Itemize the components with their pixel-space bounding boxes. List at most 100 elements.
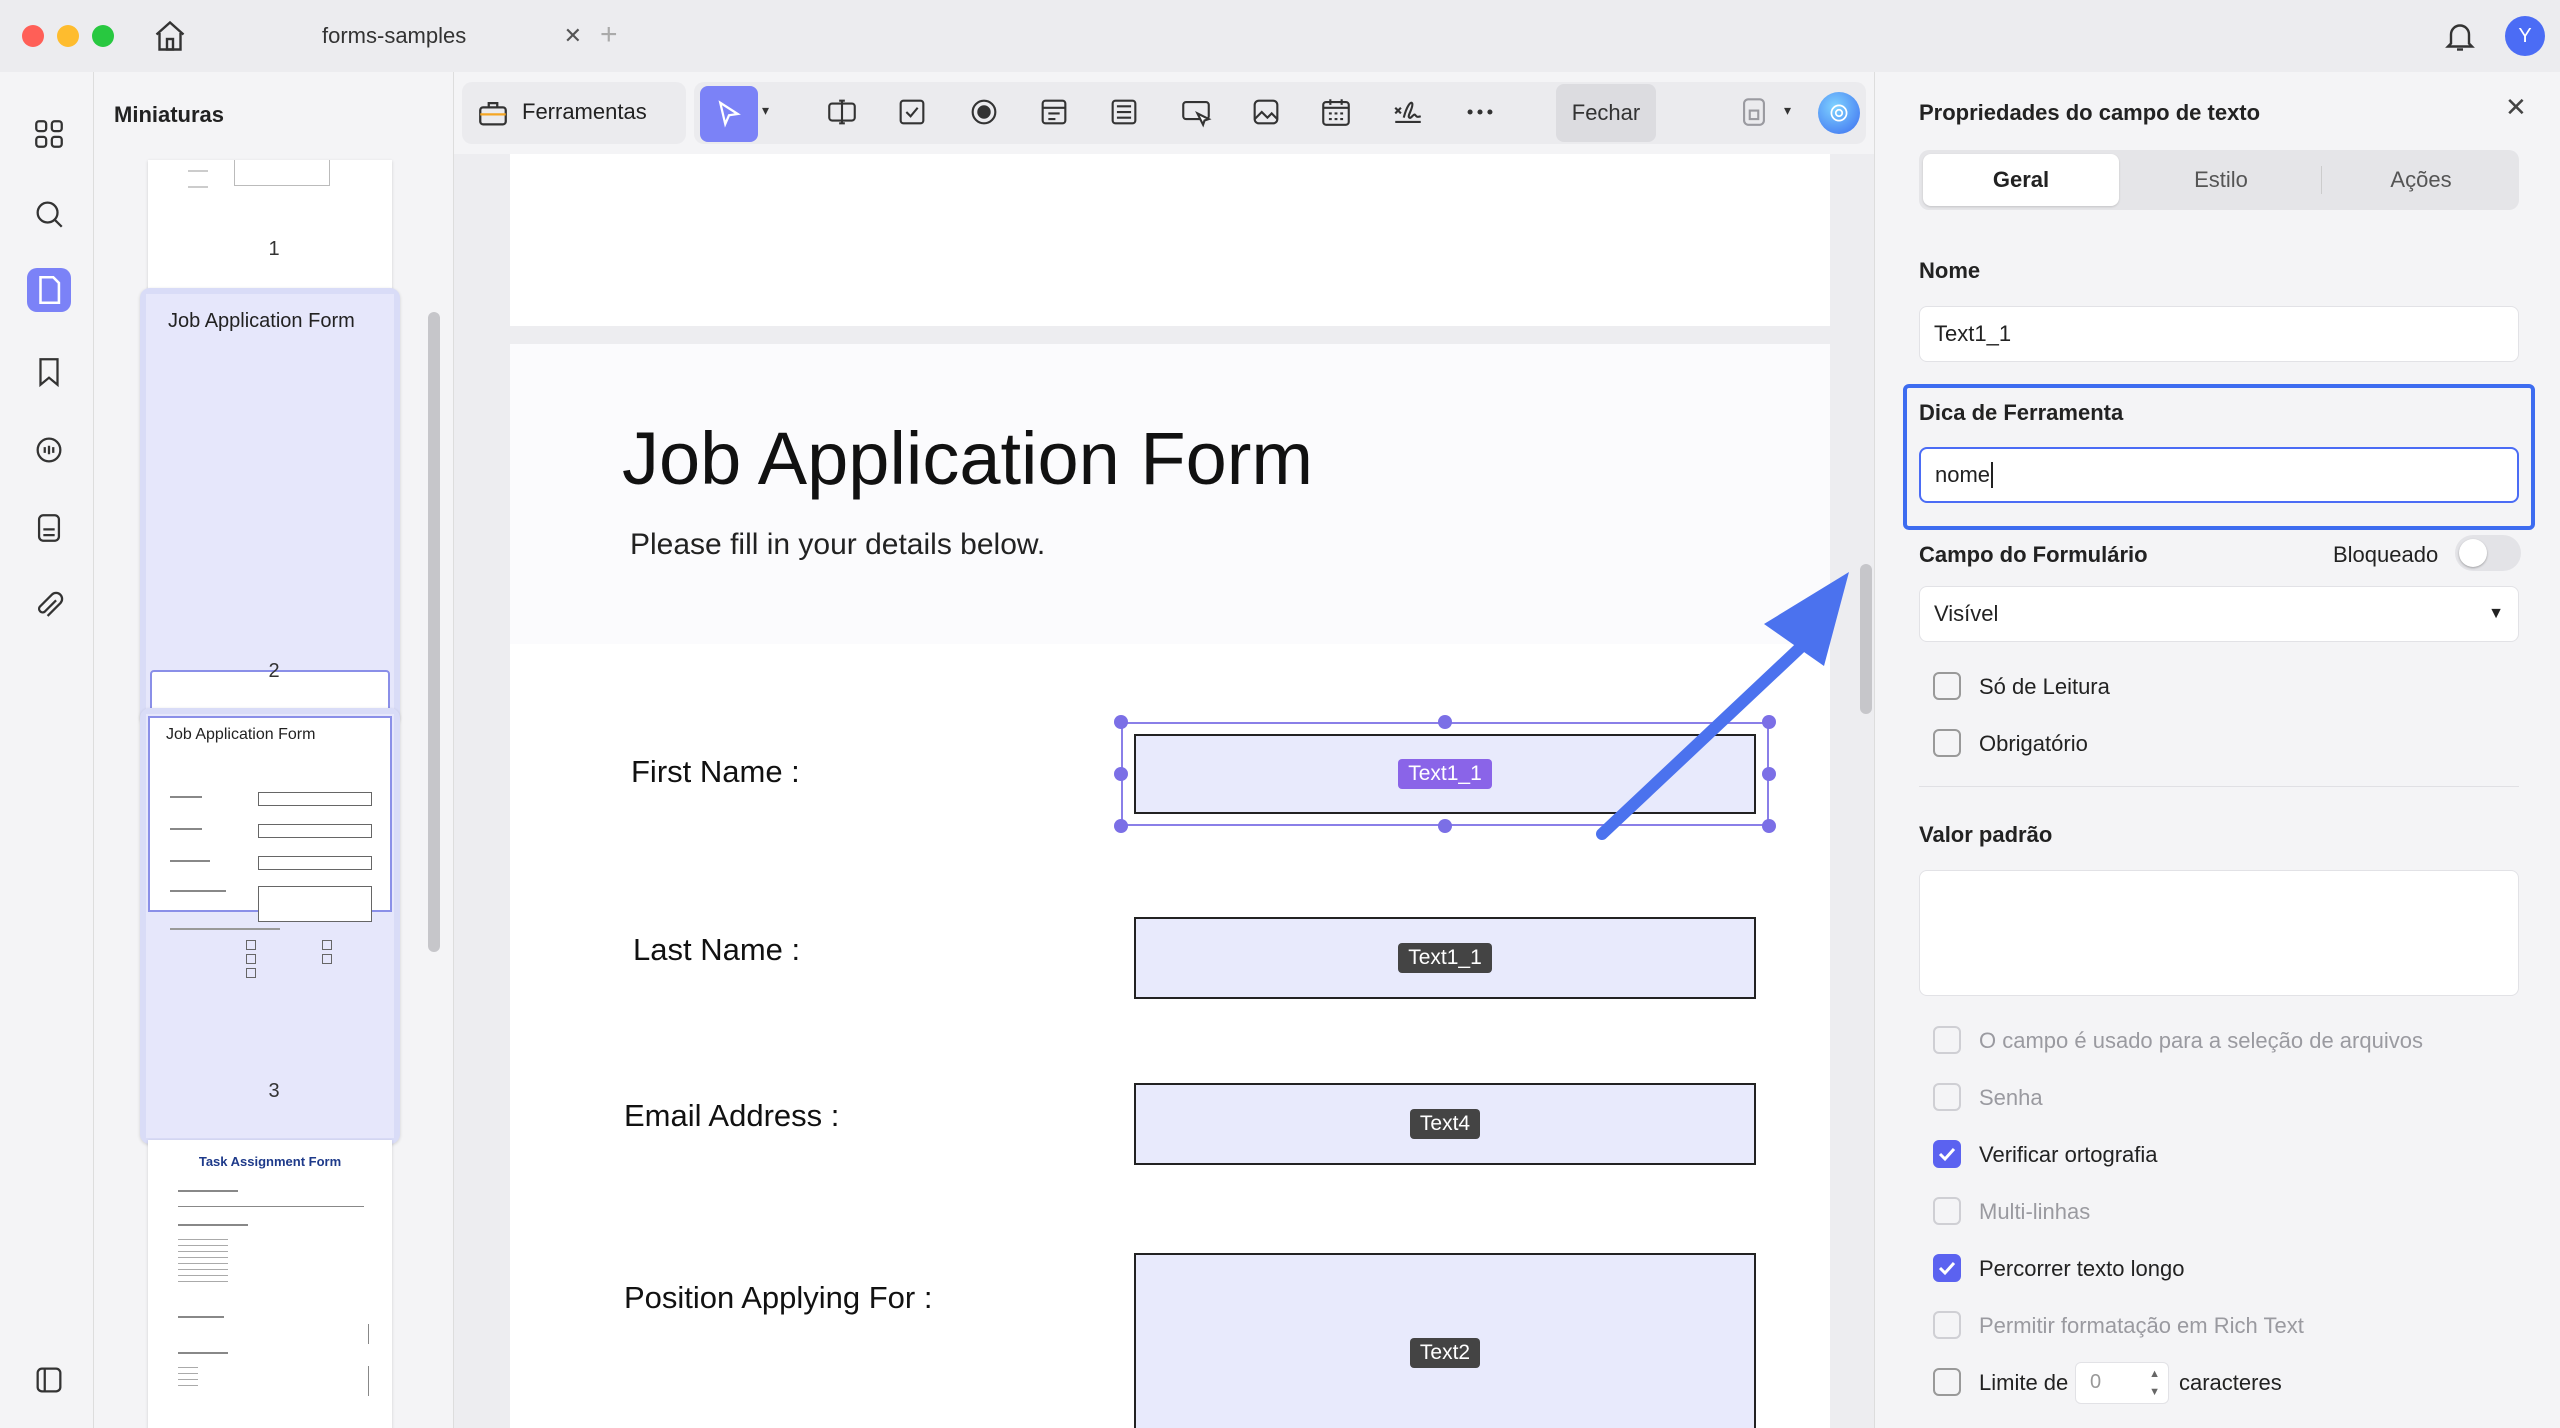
read-only-label: Só de Leitura [1979, 674, 2110, 699]
chevron-down-icon[interactable]: ▾ [1784, 102, 1791, 119]
image-field-icon[interactable] [1244, 90, 1288, 134]
page-number-1: 1 [268, 238, 280, 260]
locked-toggle[interactable] [2455, 535, 2521, 571]
new-tab-icon[interactable]: + [600, 18, 618, 52]
signature-icon[interactable] [1386, 90, 1430, 134]
file-select-label: O campo é usado para a seleção de arquiv… [1979, 1028, 2423, 1053]
radio-button-icon[interactable] [962, 90, 1006, 134]
visibility-value: Visível [1934, 601, 1999, 626]
close-forms-button[interactable]: Fechar [1556, 84, 1656, 142]
resize-handle[interactable] [1438, 715, 1452, 729]
tab-general[interactable]: Geral [1923, 154, 2119, 206]
char-limit-suffix: caracteres [2179, 1370, 2282, 1395]
comment-icon[interactable] [27, 428, 71, 472]
text-field-icon[interactable] [820, 90, 864, 134]
sidebar-toggle-icon[interactable] [27, 1358, 71, 1402]
tab-style[interactable]: Estilo [2123, 154, 2319, 206]
resize-handle[interactable] [1114, 819, 1128, 833]
bell-icon[interactable] [2442, 18, 2478, 59]
required-label: Obrigatório [1979, 731, 2088, 756]
select-tool-button[interactable] [700, 86, 758, 142]
properties-panel: Propriedades do campo de texto ✕ Geral E… [1874, 72, 2560, 1428]
position-field[interactable]: Text2 [1134, 1253, 1756, 1428]
thumbnails-panel: Miniaturas 1 Job Application Form 2 Job … [94, 72, 454, 1428]
visibility-select[interactable]: Visível ▼ [1919, 586, 2519, 642]
save-icon[interactable] [1732, 90, 1776, 134]
divider [1919, 786, 2519, 787]
thumbnails-scrollbar[interactable] [428, 312, 440, 952]
form-field-label: Campo do Formulário [1919, 542, 2148, 567]
char-limit-checkbox[interactable] [1933, 1368, 1961, 1396]
thumbnail-heading: Job Application Form [168, 310, 355, 332]
page-thumbnail-4[interactable]: Task Assignment Form [148, 1140, 392, 1428]
attachment-icon[interactable] [27, 584, 71, 628]
default-value-input[interactable] [1919, 870, 2519, 996]
date-field-icon[interactable] [1314, 90, 1358, 134]
title-bar: forms-samples ✕ + Y [0, 0, 2560, 72]
scroll-long-text-checkbox[interactable] [1933, 1254, 1961, 1282]
text-cursor [1991, 462, 1994, 488]
bookmark-icon[interactable] [27, 350, 71, 394]
page-number-3: 3 [268, 1080, 280, 1102]
last-name-field[interactable]: Text1_1 [1134, 917, 1756, 999]
close-icon[interactable]: ✕ [2505, 92, 2527, 123]
minimize-window-button[interactable] [57, 25, 79, 47]
ai-assistant-icon[interactable] [1818, 92, 1860, 134]
page-thumbnail-1[interactable] [148, 160, 392, 290]
resize-handle[interactable] [1114, 715, 1128, 729]
resize-handle[interactable] [1114, 767, 1128, 781]
search-icon[interactable] [27, 192, 71, 236]
email-field[interactable]: Text4 [1134, 1083, 1756, 1165]
tooltip-input[interactable]: nome [1919, 447, 2519, 503]
toolbox-icon [476, 96, 510, 135]
close-window-button[interactable] [22, 25, 44, 47]
page-thumbnail-3[interactable]: Job Application Form [140, 708, 400, 1144]
thumbnail-heading: Job Application Form [166, 726, 316, 743]
char-limit-prefix: Limite de [1979, 1370, 2069, 1395]
rich-text-label: Permitir formatação em Rich Text [1979, 1313, 2304, 1338]
home-icon[interactable] [152, 18, 188, 59]
spellcheck-checkbox[interactable] [1933, 1140, 1961, 1168]
tools-button[interactable]: Ferramentas [462, 82, 686, 144]
chevron-down-icon: ▼ [2488, 605, 2504, 622]
apps-grid-icon[interactable] [27, 112, 71, 156]
read-only-checkbox[interactable] [1933, 672, 1961, 700]
left-rail [0, 72, 94, 1428]
required-checkbox[interactable] [1933, 729, 1961, 757]
page-number-2: 2 [268, 660, 280, 682]
chevron-down-icon[interactable]: ▾ [762, 102, 769, 119]
zoom-window-button[interactable] [92, 25, 114, 47]
checkbox-tool-icon[interactable] [890, 90, 934, 134]
char-limit-stepper[interactable]: 0 ▲ ▼ [2075, 1362, 2169, 1404]
stepper-arrows-icon[interactable]: ▲ ▼ [2149, 1365, 2160, 1401]
field-label-position: Position Applying For : [624, 1280, 933, 1315]
scroll-long-text-label: Percorrer texto longo [1979, 1256, 2185, 1281]
list-box-icon[interactable] [1102, 90, 1146, 134]
property-tabs: Geral Estilo Ações [1919, 150, 2519, 210]
file-select-checkbox[interactable] [1933, 1026, 1961, 1054]
password-checkbox[interactable] [1933, 1083, 1961, 1111]
document-tab[interactable]: forms-samples ✕ [270, 8, 600, 64]
form-fields-icon[interactable] [27, 506, 71, 550]
resize-handle[interactable] [1438, 819, 1452, 833]
thumbnails-icon[interactable] [27, 268, 71, 312]
default-value-label: Valor padrão [1919, 822, 2053, 847]
name-input[interactable]: Text1_1 [1919, 306, 2519, 362]
document-subtitle: Please fill in your details below. [630, 528, 1046, 561]
field-tag: Text1_1 [1398, 943, 1492, 973]
document-title: Job Application Form [622, 417, 1314, 500]
multiline-checkbox[interactable] [1933, 1197, 1961, 1225]
name-label: Nome [1919, 258, 1981, 283]
locked-label: Bloqueado [2333, 542, 2439, 567]
more-icon[interactable] [1458, 90, 1502, 134]
close-tab-icon[interactable]: ✕ [564, 23, 582, 49]
toolbar: Ferramentas ▾ Fechar ▾ [454, 72, 1874, 154]
field-label-first-name: First Name : [631, 754, 800, 789]
rich-text-checkbox[interactable] [1933, 1311, 1961, 1339]
tab-actions[interactable]: Ações [2323, 154, 2519, 206]
tooltip-label: Dica de Ferramenta [1919, 400, 2124, 425]
combo-box-icon[interactable] [1032, 90, 1076, 134]
tools-label: Ferramentas [522, 99, 647, 124]
avatar[interactable]: Y [2505, 16, 2545, 56]
button-tool-icon[interactable] [1174, 90, 1218, 134]
